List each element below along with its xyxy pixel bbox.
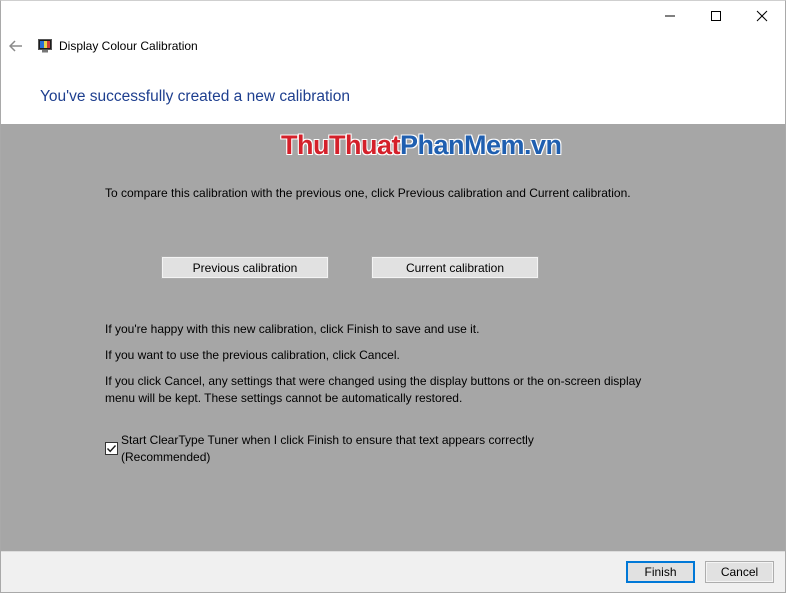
watermark-part-1: ThuThuat bbox=[281, 130, 400, 160]
calibration-window: Display Colour Calibration You've succes… bbox=[0, 0, 786, 593]
checkmark-icon bbox=[106, 445, 117, 453]
display-calibration-icon bbox=[38, 39, 52, 53]
back-arrow-icon bbox=[9, 40, 22, 52]
cleartype-checkbox[interactable] bbox=[105, 442, 118, 455]
content-area: ThuThuatPhanMem.vn To compare this calib… bbox=[1, 124, 785, 551]
cleartype-checkbox-label[interactable]: Start ClearType Tuner when I click Finis… bbox=[121, 432, 601, 466]
back-button[interactable] bbox=[5, 35, 27, 57]
cancel-instructions: If you want to use the previous calibrat… bbox=[105, 348, 400, 362]
footer-bar: Finish Cancel bbox=[1, 551, 785, 592]
current-calibration-button[interactable]: Current calibration bbox=[371, 256, 539, 279]
close-button[interactable] bbox=[739, 1, 785, 31]
close-icon bbox=[756, 10, 768, 22]
maximize-icon bbox=[711, 11, 721, 21]
compare-instructions: To compare this calibration with the pre… bbox=[105, 186, 631, 200]
watermark-part-3: .vn bbox=[524, 130, 562, 160]
watermark-part-2: PhanMem bbox=[399, 130, 525, 160]
minimize-icon bbox=[665, 15, 675, 17]
cancel-button[interactable]: Cancel bbox=[705, 561, 774, 583]
minimize-button[interactable] bbox=[647, 1, 693, 31]
finish-instructions: If you're happy with this new calibratio… bbox=[105, 322, 480, 336]
previous-calibration-button[interactable]: Previous calibration bbox=[161, 256, 329, 279]
cancel-warning: If you click Cancel, any settings that w… bbox=[105, 374, 642, 405]
finish-button[interactable]: Finish bbox=[626, 561, 695, 583]
page-title: You've successfully created a new calibr… bbox=[40, 88, 350, 105]
app-title: Display Colour Calibration bbox=[59, 39, 198, 53]
watermark-logo: ThuThuatPhanMem.vn bbox=[281, 128, 562, 162]
maximize-button[interactable] bbox=[693, 1, 739, 31]
